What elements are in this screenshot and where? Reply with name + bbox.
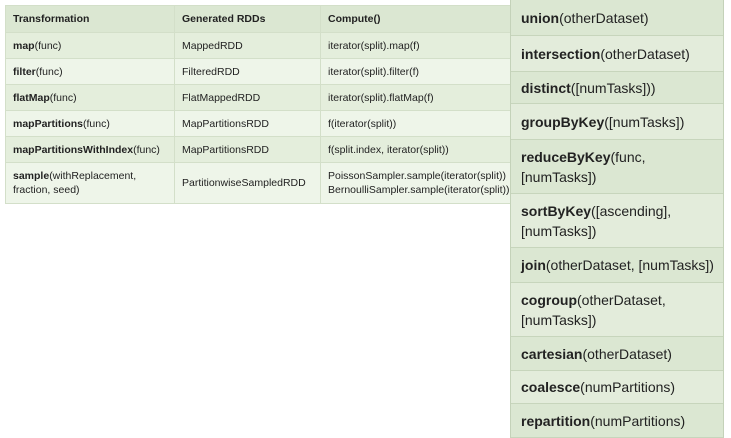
table-header-row: Transformation Generated RDDs Compute() (5, 5, 518, 33)
transformation-name: map (13, 39, 35, 52)
item-name: reduceByKey (521, 148, 611, 165)
rdd-cell: FilteredRDD (174, 58, 321, 85)
item-name: intersection (521, 45, 601, 62)
item-name: distinct (521, 79, 571, 96)
item-params: (numPartitions) (580, 379, 676, 395)
transformation-name: mapPartitionsWithIndex (13, 143, 134, 156)
item-name: join (521, 257, 546, 273)
table-row: mapPartitions(func) MapPartitionsRDD f(i… (5, 110, 518, 137)
item-name: cogroup (521, 291, 577, 308)
transformation-params-cont: fraction, seed) (13, 184, 80, 196)
item-name: groupByKey (521, 113, 605, 130)
list-item: distinct([numTasks])) (511, 72, 723, 104)
list-item: intersection(otherDataset) (511, 36, 723, 72)
item-params: (otherDataset) (600, 45, 690, 62)
table-row: filter(func) FilteredRDD iterator(split)… (5, 58, 518, 85)
item-name: union (521, 9, 560, 26)
rdd-cell: MapPartitionsRDD (174, 136, 321, 163)
item-name: coalesce (521, 379, 581, 395)
table-row: sample(withReplacement, fraction, seed) P… (5, 162, 518, 204)
transformation-name: filter (13, 65, 36, 78)
rdd-cell: MappedRDD (174, 32, 321, 59)
item-params: (otherDataset, (577, 291, 666, 308)
transformations-list: union(otherDataset) intersection(otherDa… (510, 0, 724, 438)
transformation-params: (func) (133, 143, 160, 156)
transformation-params: (withReplacement, (49, 170, 137, 182)
compute-cell: PoissonSampler.sample(iterator(split)) Be… (319, 162, 518, 204)
transformation-name: mapPartitions (13, 117, 84, 130)
transformation-name: sample (13, 170, 50, 182)
transformation-params: (func) (49, 91, 77, 104)
compute-cell: iterator(split).map(f) (319, 32, 518, 59)
item-params: (otherDataset) (582, 345, 672, 362)
item-params: (otherDataset) (559, 9, 649, 26)
list-item: groupByKey([numTasks]) (511, 104, 723, 140)
compute-line: BernoulliSampler.sample(iterator(split)) (328, 184, 510, 196)
item-params: (func, (610, 148, 646, 165)
header-transformation: Transformation (5, 5, 175, 33)
rdd-cell: PartitionwiseSampledRDD (174, 162, 321, 204)
table-row: map(func) MappedRDD iterator(split).map(… (5, 32, 518, 59)
transformation-params: (func) (34, 39, 62, 52)
transformation-name: flatMap (13, 91, 50, 104)
header-generated-rdds: Generated RDDs (174, 5, 321, 33)
item-name: cartesian (521, 345, 583, 362)
transformation-cell: map(func) (5, 32, 175, 59)
list-item: repartition(numPartitions) (511, 404, 723, 438)
list-item: join(otherDataset, [numTasks]) (511, 248, 723, 283)
item-name: repartition (521, 412, 591, 429)
list-item: cogroup(otherDataset, [numTasks]) (511, 283, 723, 337)
item-params: ([numTasks])) (570, 79, 656, 96)
item-params-cont: [numTasks]) (521, 168, 597, 185)
list-item: sortByKey([ascending], [numTasks]) (511, 194, 723, 248)
item-params: (otherDataset, [numTasks]) (545, 257, 714, 273)
rdd-cell: FlatMappedRDD (174, 84, 321, 111)
transformation-cell: filter(func) (5, 58, 175, 85)
compute-cell: iterator(split).filter(f) (319, 58, 518, 85)
transformation-params: (func) (35, 65, 63, 78)
transformation-cell: mapPartitions(func) (5, 110, 175, 137)
item-params: ([ascending], (591, 202, 672, 219)
compute-cell: iterator(split).flatMap(f) (319, 84, 518, 111)
transformation-params: (func) (83, 117, 110, 130)
rdd-cell: MapPartitionsRDD (174, 110, 321, 137)
list-item: union(otherDataset) (511, 0, 723, 36)
transformation-cell: flatMap(func) (5, 84, 175, 111)
list-item: cartesian(otherDataset) (511, 337, 723, 371)
transformations-table: Transformation Generated RDDs Compute() … (5, 5, 518, 204)
table-row: mapPartitionsWithIndex(func) MapPartitio… (5, 136, 518, 163)
list-item: coalesce(numPartitions) (511, 371, 723, 404)
compute-cell: f(split.index, iterator(split)) (319, 136, 518, 163)
item-name: sortByKey (521, 202, 592, 219)
item-params: ([numTasks]) (604, 113, 685, 130)
table-row: flatMap(func) FlatMappedRDD iterator(spl… (5, 84, 518, 111)
transformation-cell: mapPartitionsWithIndex(func) (5, 136, 175, 163)
item-params-cont: [numTasks]) (521, 311, 597, 328)
list-item: reduceByKey(func, [numTasks]) (511, 140, 723, 194)
transformation-cell: sample(withReplacement, fraction, seed) (5, 162, 175, 204)
compute-cell: f(iterator(split)) (319, 110, 518, 137)
compute-line: PoissonSampler.sample(iterator(split)) (328, 170, 506, 182)
item-params-cont: [numTasks]) (521, 222, 597, 239)
header-compute: Compute() (319, 5, 518, 33)
item-params: (numPartitions) (590, 412, 686, 429)
